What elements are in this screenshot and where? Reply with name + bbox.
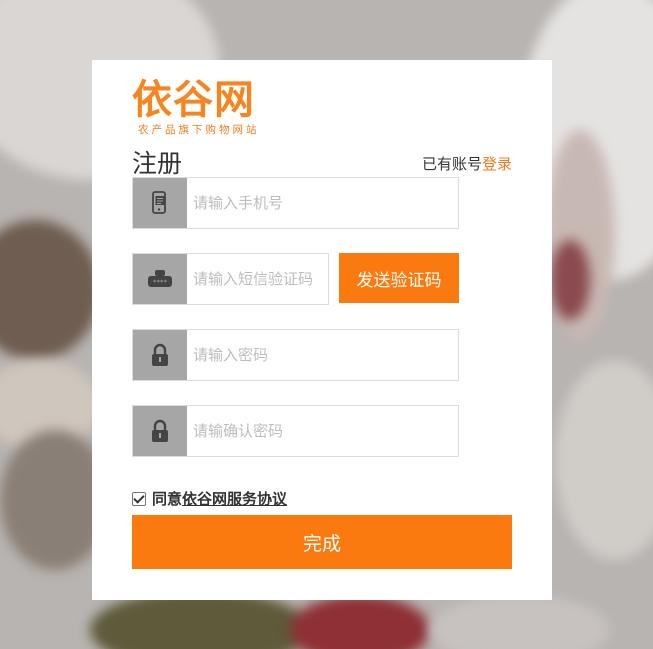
phone-icon (133, 178, 187, 228)
password-field (132, 329, 459, 381)
agreement-link[interactable]: 依谷网服务协议 (182, 488, 287, 509)
logo-tagline: 农产品旗下购物网站 (138, 124, 260, 136)
logo-text: 依谷网 (132, 77, 255, 123)
confirm-password-field (132, 405, 459, 457)
login-hint: 已有账号登录 (422, 153, 512, 174)
submit-button[interactable]: 完成 (132, 515, 512, 569)
keyboard-code-icon: **** (133, 254, 187, 304)
logo: 依谷网 农产品旗下购物网站 (132, 78, 282, 138)
agreement-row: 同意 依谷网服务协议 (132, 488, 287, 509)
phone-field (132, 177, 459, 229)
svg-text:****: **** (153, 279, 168, 287)
login-prompt: 已有账号 (421, 155, 482, 173)
agree-checkbox[interactable] (132, 491, 146, 506)
sms-code-input[interactable] (193, 254, 323, 304)
lock-icon (133, 406, 187, 456)
login-link[interactable]: 登录 (482, 155, 512, 173)
page-title: 注册 (132, 149, 183, 178)
confirm-password-input[interactable] (193, 406, 448, 456)
register-card: 依谷网 农产品旗下购物网站 注册 已有账号登录 **** (92, 60, 552, 600)
phone-input[interactable] (193, 178, 448, 228)
lock-icon (133, 330, 187, 380)
sms-code-field: **** (132, 253, 329, 305)
agree-prefix: 同意 (152, 490, 183, 508)
send-code-button[interactable]: 发送验证码 (339, 253, 459, 303)
password-input[interactable] (193, 330, 448, 380)
